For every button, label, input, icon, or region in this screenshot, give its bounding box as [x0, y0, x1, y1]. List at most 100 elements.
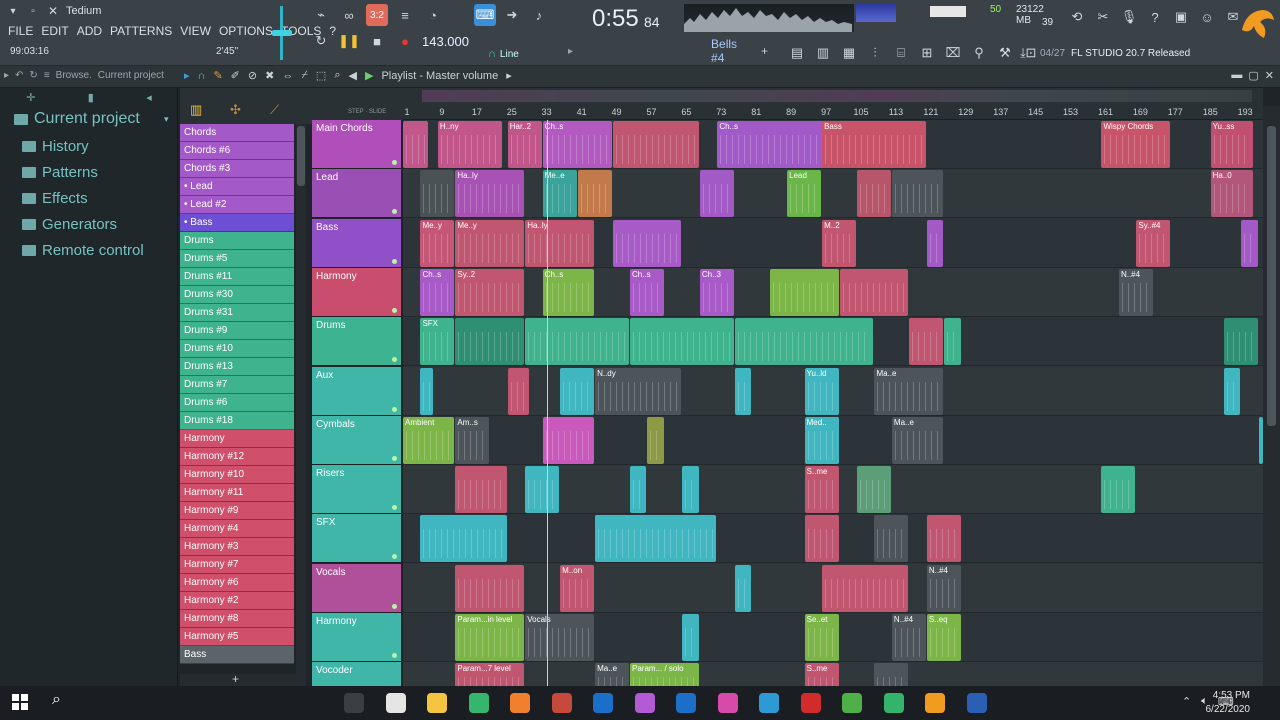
add-pattern-icon[interactable]: +: [761, 44, 768, 58]
select-tool-icon[interactable]: ⬚: [316, 69, 326, 82]
pattern-clip[interactable]: M..2: [822, 219, 856, 267]
pattern-item[interactable]: Bass: [180, 646, 294, 664]
pattern-clip[interactable]: S..me: [804, 663, 839, 686]
pattern-clip[interactable]: [420, 170, 455, 218]
pattern-item[interactable]: Chords #6: [180, 142, 294, 160]
typing-keyboard-icon[interactable]: ⌨: [474, 4, 496, 26]
plugin-database-icon[interactable]: ⌧: [942, 42, 964, 64]
pattern-clip[interactable]: [926, 515, 961, 563]
close-icon[interactable]: ✕: [46, 4, 60, 18]
pattern-clip[interactable]: [455, 318, 525, 366]
tempo-display[interactable]: 143.000: [422, 34, 469, 49]
pattern-item[interactable]: Drums #11: [180, 268, 294, 286]
track-enable-led[interactable]: [392, 258, 397, 264]
undo-history-icon[interactable]: ⟲: [1066, 6, 1088, 28]
pattern-item[interactable]: Drums #6: [180, 394, 294, 412]
pattern-clip[interactable]: Vocals: [525, 614, 595, 661]
pattern-prev-icon[interactable]: ▸: [568, 46, 573, 57]
pattern-clip[interactable]: [630, 466, 647, 514]
pattern-clip[interactable]: [891, 170, 944, 218]
track-header[interactable]: Aux: [312, 366, 401, 416]
pattern-clip[interactable]: Ch..s: [630, 268, 664, 316]
browser-item-remote-control[interactable]: Remote control: [22, 242, 144, 259]
pattern-clip[interactable]: [822, 564, 909, 612]
slice-tool-icon[interactable]: ⌿: [301, 69, 308, 82]
pattern-clip[interactable]: [682, 614, 699, 661]
track-header[interactable]: Vocals: [312, 563, 401, 613]
taskbar-app-icon[interactable]: [427, 693, 447, 713]
pattern-item[interactable]: Drums #31: [180, 304, 294, 322]
track-enable-led[interactable]: [392, 209, 397, 215]
menu-add[interactable]: ADD: [77, 24, 102, 38]
taskbar-app-icon[interactable]: [800, 693, 821, 713]
taskbar-app-icon[interactable]: [385, 693, 406, 713]
pattern-clip[interactable]: Param...in level: [455, 614, 525, 661]
recording-icon[interactable]: ◔: [422, 4, 444, 26]
playlist-options-icon[interactable]: ▸: [184, 69, 190, 82]
track-enable-led[interactable]: [392, 455, 397, 461]
pattern-item[interactable]: Drums #7: [180, 376, 294, 394]
track-header[interactable]: Lead: [312, 169, 401, 219]
paint-tool-icon[interactable]: ✐: [231, 69, 240, 82]
save-icon[interactable]: ▣: [1170, 6, 1192, 28]
countdown-icon[interactable]: ➜: [501, 4, 523, 26]
pattern-picker-icon[interactable]: ▥: [190, 102, 202, 118]
taskbar-app-icon[interactable]: [925, 693, 945, 713]
pattern-clip[interactable]: Ch..s: [542, 268, 595, 316]
taskbar-app-icon[interactable]: [676, 693, 696, 713]
browser-item-patterns[interactable]: Patterns: [22, 164, 98, 181]
add-pattern-button-icon[interactable]: +: [232, 672, 239, 686]
song-position[interactable]: 0:55 84: [572, 3, 672, 33]
pattern-item[interactable]: Chords #3: [180, 160, 294, 178]
pattern-clip[interactable]: S..eq: [926, 614, 961, 661]
pattern-clip[interactable]: Bass: [822, 121, 926, 168]
playlist-grid[interactable]: H..ny Har..2 Ch..s Ch..s Bass Wispy Chords Yu.…: [403, 120, 1263, 686]
playlist-icon[interactable]: ▤: [786, 42, 808, 64]
pattern-clip[interactable]: [455, 564, 525, 612]
play-button[interactable]: ❚❚: [338, 30, 360, 52]
news-text[interactable]: FL STUDIO 20.7 Released: [1071, 48, 1190, 59]
pattern-item[interactable]: Harmony: [180, 430, 294, 448]
pattern-clip[interactable]: [612, 121, 699, 168]
pattern-clip[interactable]: [734, 318, 874, 366]
pattern-item[interactable]: Chords: [180, 124, 294, 142]
automation-picker-icon[interactable]: ⟋: [270, 102, 279, 118]
playlist-title-arrow-icon[interactable]: ▸: [506, 69, 512, 82]
track-enable-led[interactable]: [392, 357, 397, 363]
menu-file[interactable]: FILE: [8, 24, 33, 38]
pattern-clip[interactable]: N..#4: [891, 614, 926, 661]
pattern-clip[interactable]: S..me: [804, 466, 839, 514]
search-icon[interactable]: ⌕: [52, 691, 61, 709]
pattern-clip[interactable]: [926, 219, 944, 267]
taskbar-app-icon[interactable]: [593, 693, 613, 713]
close-playlist-icon[interactable]: ✕: [1265, 69, 1274, 82]
track-header[interactable]: Drums: [312, 317, 401, 367]
browser-expand-icon[interactable]: ✛: [26, 91, 35, 104]
taskbar-app-icon[interactable]: [966, 693, 987, 713]
step-slide-toggle[interactable]: STEP · SLIDE: [312, 106, 403, 120]
browser-icon[interactable]: ⌸: [890, 42, 912, 64]
pattern-item[interactable]: Drums #9: [180, 322, 294, 340]
timeline-ruler[interactable]: 1 9 17 25 33 41 49 57 65 73 81 89 97 105 113 121 129 137 1…: [403, 106, 1263, 120]
pattern-item[interactable]: Drums #30: [180, 286, 294, 304]
track-enable-led[interactable]: [392, 653, 397, 658]
pattern-clip[interactable]: Se..et: [804, 614, 839, 661]
pattern-clip[interactable]: Ch..3: [699, 268, 734, 316]
taskbar-app-icon[interactable]: [634, 693, 655, 713]
track-enable-led[interactable]: [392, 160, 397, 165]
pattern-clip[interactable]: Param...7 level: [455, 663, 525, 686]
taskbar-app-icon[interactable]: [717, 693, 738, 713]
pattern-clip[interactable]: Lead: [787, 170, 822, 218]
pattern-clip[interactable]: [804, 515, 839, 563]
browser-arrow-icon[interactable]: ▸: [4, 70, 9, 81]
playback-tool-icon[interactable]: ◀: [349, 69, 357, 82]
pattern-clip[interactable]: Ha..ly: [525, 219, 595, 267]
pattern-clip[interactable]: N..#4: [1118, 268, 1153, 316]
pattern-item[interactable]: Drums #10: [180, 340, 294, 358]
pattern-clip[interactable]: [944, 318, 961, 366]
pattern-clip[interactable]: M..on: [560, 564, 595, 612]
taskbar-app-icon[interactable]: [510, 693, 530, 713]
track-header[interactable]: Harmony: [312, 267, 401, 317]
pattern-clip[interactable]: Me..y: [455, 219, 525, 267]
time-signature-icon[interactable]: 3:2: [366, 4, 388, 26]
